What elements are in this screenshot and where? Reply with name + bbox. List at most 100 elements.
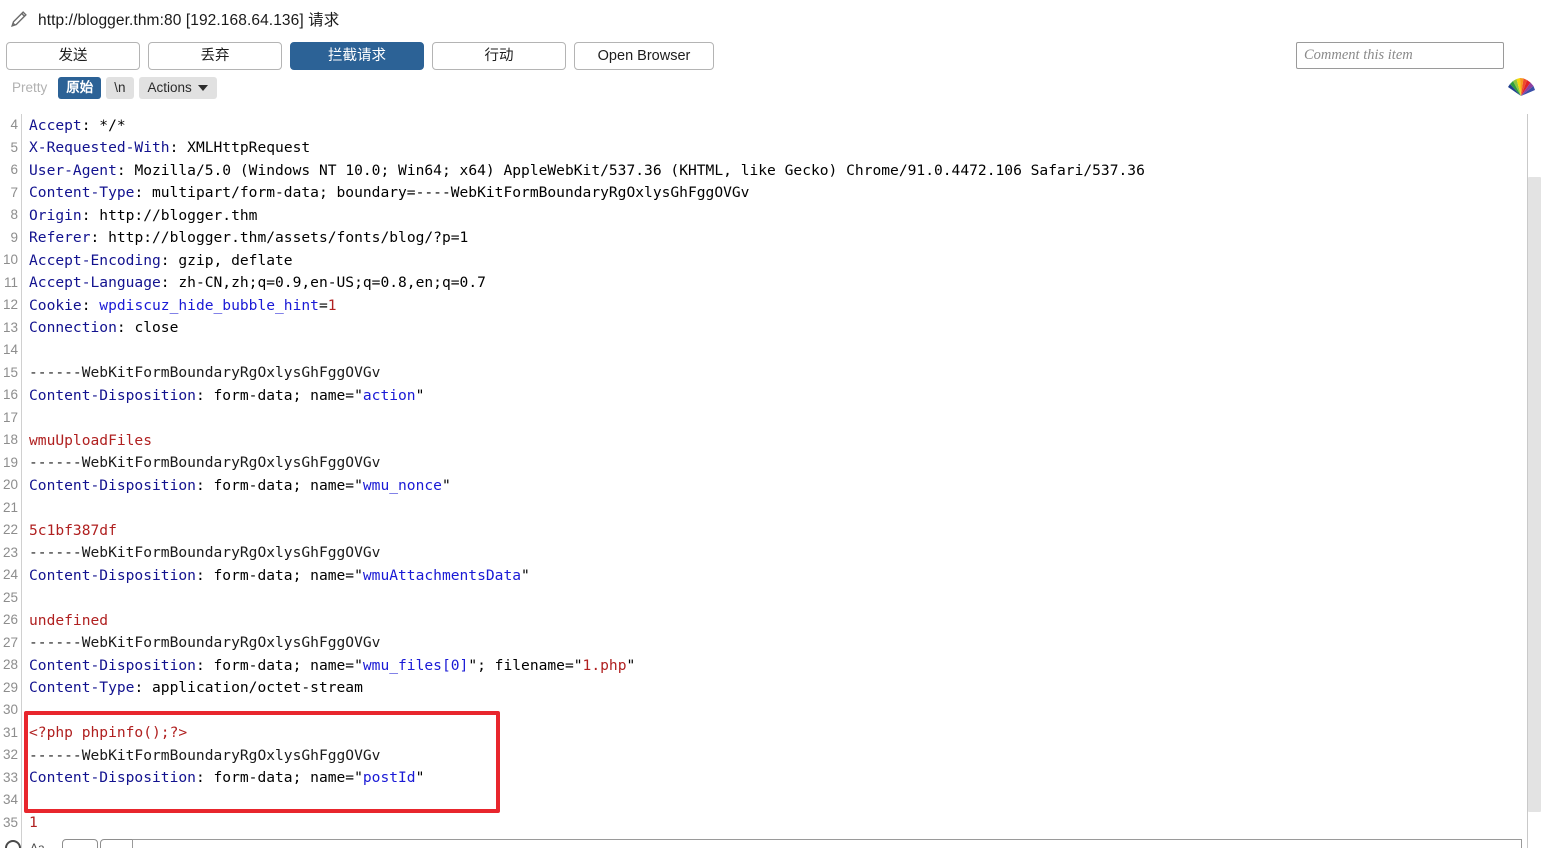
code-line-text: ------WebKitFormBoundaryRgOxlysGhFggOVGv [23, 747, 380, 764]
find-bar: Aa [0, 838, 1542, 848]
forward-button[interactable]: 发送 [6, 42, 140, 70]
code-token: : close [116, 319, 179, 337]
code-token: : multipart/form-data; boundary=----WebK… [134, 184, 750, 202]
code-token: : XMLHttpRequest [169, 139, 311, 157]
code-line[interactable]: Accept-Language: zh-CN,zh;q=0.9,en-US;q=… [23, 272, 1542, 295]
code-token: Content-Type [29, 184, 135, 202]
code-token: Content-Disposition [29, 386, 196, 404]
code-line[interactable]: Content-Disposition: form-data; name="wm… [23, 564, 1542, 587]
tab-pretty[interactable]: Pretty [6, 77, 53, 99]
code-line[interactable]: Accept: */* [23, 114, 1542, 137]
code-line[interactable]: Content-Disposition: form-data; name="wm… [23, 474, 1542, 497]
code-line[interactable]: Content-Disposition: form-data; name="wm… [23, 654, 1542, 677]
tab-raw[interactable]: 原始 [58, 77, 102, 99]
code-line-text: ------WebKitFormBoundaryRgOxlysGhFggOVGv [23, 454, 380, 471]
line-number: 27 [2, 634, 18, 650]
code-token: : form-data; name=" [195, 656, 363, 674]
search-icon[interactable] [5, 840, 21, 848]
code-line[interactable]: ------WebKitFormBoundaryRgOxlysGhFggOVGv [23, 362, 1542, 385]
code-token: : [81, 296, 100, 314]
code-line-text: Content-Type: multipart/form-data; bound… [23, 184, 749, 201]
code-line[interactable] [23, 339, 1542, 362]
comment-area [1296, 42, 1504, 69]
code-line[interactable]: <?php phpinfo();?> [23, 722, 1542, 745]
action-button[interactable]: 行动 [432, 42, 566, 70]
code-line[interactable]: 1 [23, 812, 1542, 835]
code-line[interactable] [23, 699, 1542, 722]
code-line[interactable]: Content-Disposition: form-data; name="ac… [23, 384, 1542, 407]
code-line[interactable]: Content-Disposition: form-data; name="po… [23, 767, 1542, 790]
line-number: 8 [10, 207, 18, 222]
line-number: 25 [2, 589, 18, 605]
code-line[interactable]: 5c1bf387df [23, 519, 1542, 542]
find-next-button[interactable] [100, 839, 136, 848]
intercept-toggle-button[interactable]: 拦截请求 [290, 42, 424, 70]
code-token: Content-Disposition [29, 656, 196, 674]
code-line[interactable]: wmuUploadFiles [23, 429, 1542, 452]
line-number: 26 [2, 612, 18, 627]
open-browser-button[interactable]: Open Browser [574, 42, 714, 70]
code-line[interactable] [23, 789, 1542, 812]
line-number: 17 [2, 409, 18, 425]
code-line[interactable] [23, 587, 1542, 610]
code-line[interactable]: ------WebKitFormBoundaryRgOxlysGhFggOVGv [23, 744, 1542, 767]
code-token: X-Requested-With [29, 139, 170, 157]
raw-request-editor[interactable]: 4 5 6 7 8 9 10 11 12 13 14 15 16 17 18 19 20 21 22 23 24 25 26… [0, 114, 1542, 848]
code-line[interactable]: User-Agent: Mozilla/5.0 (Windows NT 10.0… [23, 159, 1542, 182]
code-line-text: 1 [23, 814, 38, 831]
code-line-text: undefined [23, 612, 108, 629]
code-line-text: Content-Disposition: form-data; name="po… [23, 769, 424, 786]
code-line[interactable]: ------WebKitFormBoundaryRgOxlysGhFggOVGv [23, 452, 1542, 475]
editor-vertical-scrollbar[interactable] [1527, 114, 1542, 848]
code-token: ------WebKitFormBoundaryRgOxlysGhFggOVGv [29, 746, 381, 764]
code-line[interactable]: X-Requested-With: XMLHttpRequest [23, 137, 1542, 160]
find-prev-button[interactable] [62, 839, 98, 848]
find-input[interactable] [132, 839, 1522, 848]
actions-menu-button[interactable]: Actions [138, 77, 217, 99]
code-line[interactable]: Content-Type: application/octet-stream [23, 677, 1542, 700]
code-line-text: Connection: close [23, 319, 178, 336]
code-token: Accept-Language [29, 274, 161, 292]
burp-intercept-window: http://blogger.thm:80 [192.168.64.136] 请… [0, 0, 1542, 848]
code-token: : form-data; name=" [195, 476, 363, 494]
code-line[interactable] [23, 407, 1542, 430]
code-line[interactable]: Referer: http://blogger.thm/assets/fonts… [23, 227, 1542, 250]
drop-button[interactable]: 丢弃 [148, 42, 282, 70]
code-line[interactable]: ------WebKitFormBoundaryRgOxlysGhFggOVGv [23, 632, 1542, 655]
code-token: " [415, 769, 425, 787]
code-token: : zh-CN,zh;q=0.9,en-US;q=0.8,en;q=0.7 [160, 274, 486, 292]
code-token: undefined [29, 611, 109, 629]
code-line-text: 5c1bf387df [23, 522, 117, 539]
code-token: ------WebKitFormBoundaryRgOxlysGhFggOVGv [29, 364, 381, 382]
code-line-text: wmuUploadFiles [23, 432, 152, 449]
toggle-newline[interactable]: \n [106, 77, 134, 99]
actions-menu-label: Actions [147, 80, 192, 95]
scrollbar-thumb[interactable] [1528, 177, 1541, 812]
code-line[interactable]: Origin: http://blogger.thm [23, 204, 1542, 227]
code-line-text: Content-Type: application/octet-stream [23, 679, 363, 696]
code-line[interactable]: ------WebKitFormBoundaryRgOxlysGhFggOVGv [23, 542, 1542, 565]
code-line[interactable]: Content-Type: multipart/form-data; bound… [23, 182, 1542, 205]
code-line[interactable]: Accept-Encoding: gzip, deflate [23, 249, 1542, 272]
line-number: 18 [2, 432, 18, 447]
comment-input[interactable] [1296, 42, 1504, 69]
request-code-area[interactable]: Accept: */* X-Requested-With: XMLHttpRequ… [23, 114, 1542, 848]
code-token: ------WebKitFormBoundaryRgOxlysGhFggOVGv [29, 454, 381, 472]
message-view-toolbar: Pretty 原始 \n Actions [0, 74, 1542, 102]
code-line-text: Content-Disposition: form-data; name="ac… [23, 387, 424, 404]
match-case-label[interactable]: Aa [30, 841, 45, 848]
code-token: wmu_nonce [362, 476, 442, 494]
code-line[interactable]: Cookie: wpdiscuz_hide_bubble_hint=1 [23, 294, 1542, 317]
line-number: 15 [2, 364, 18, 380]
code-token: Content-Disposition [29, 769, 196, 787]
code-line[interactable]: Connection: close [23, 317, 1542, 340]
code-line[interactable]: undefined [23, 609, 1542, 632]
code-token: : Mozilla/5.0 (Windows NT 10.0; Win64; x… [116, 161, 1145, 179]
line-number: 23 [2, 544, 18, 560]
line-number: 13 [2, 319, 18, 335]
line-number: 22 [2, 522, 18, 537]
code-line[interactable] [23, 497, 1542, 520]
chevron-down-icon [197, 85, 208, 91]
code-token: 1 [29, 814, 38, 832]
